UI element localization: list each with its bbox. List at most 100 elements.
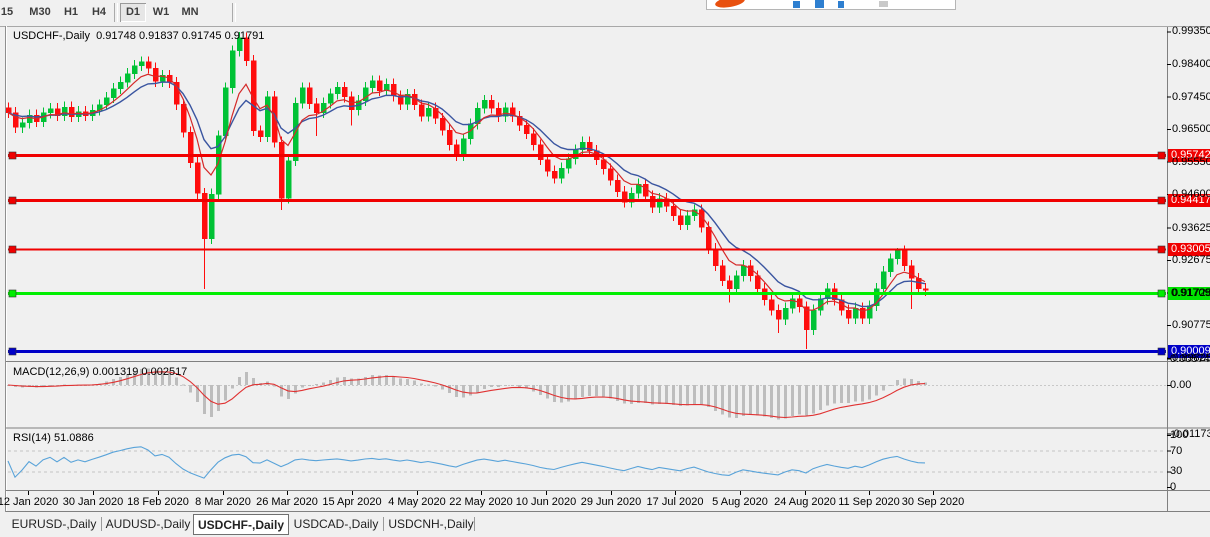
macd-histogram-bar xyxy=(861,385,864,401)
candle xyxy=(524,125,529,133)
line-handle[interactable] xyxy=(9,197,16,204)
candle xyxy=(776,310,781,319)
candle xyxy=(181,104,186,132)
tab-separator xyxy=(383,517,384,531)
candle xyxy=(811,310,816,330)
line-handle[interactable] xyxy=(9,348,16,355)
macd-histogram-bar xyxy=(322,382,325,385)
candle xyxy=(146,62,151,68)
rsi-axis-tick: 30 xyxy=(1170,466,1182,477)
macd-histogram-bar xyxy=(833,385,836,404)
tab-usdcaddaily[interactable]: USDCAD-,Daily xyxy=(292,515,380,534)
line-handle[interactable] xyxy=(9,246,16,253)
macd-histogram-bar xyxy=(770,385,773,418)
macd-histogram-bar xyxy=(868,385,871,399)
price-axis-tick: 0.92675 xyxy=(1172,255,1210,266)
candle xyxy=(314,104,319,113)
candle xyxy=(132,66,137,74)
macd-histogram-bar xyxy=(875,385,878,396)
price-axis-tick: 0.94600 xyxy=(1172,189,1210,200)
candle xyxy=(566,159,571,168)
line-handle[interactable] xyxy=(1158,246,1165,253)
macd-histogram-bar xyxy=(910,379,913,385)
candle xyxy=(678,216,683,225)
macd-histogram-bar xyxy=(805,385,808,416)
candle xyxy=(48,109,53,113)
candle xyxy=(608,169,613,180)
macd-histogram-bar xyxy=(560,385,563,403)
candle xyxy=(377,81,382,91)
date-axis-label: 30 Sep 2020 xyxy=(902,496,964,508)
macd-signal-line xyxy=(8,372,925,418)
macd-histogram-bar xyxy=(546,385,549,399)
candle xyxy=(720,266,725,281)
candle xyxy=(223,88,228,136)
macd-histogram-bar xyxy=(224,385,227,401)
date-axis-label: 12 Jan 2020 xyxy=(0,496,58,508)
macd-histogram-bar xyxy=(644,385,647,403)
chart-canvas[interactable] xyxy=(0,0,1210,537)
macd-histogram-bar xyxy=(483,385,486,389)
macd-histogram-bar xyxy=(588,385,591,396)
macd-histogram-bar xyxy=(707,385,710,407)
symbol-name: USDCHF-,Daily xyxy=(13,30,90,42)
candle xyxy=(342,87,347,97)
candle xyxy=(265,97,270,137)
candle xyxy=(755,276,760,289)
line-handle[interactable] xyxy=(1158,348,1165,355)
candle xyxy=(923,289,928,291)
tab-audusddaily[interactable]: AUDUSD-,Daily xyxy=(104,515,192,534)
macd-histogram-bar xyxy=(903,379,906,385)
line-handle[interactable] xyxy=(1158,152,1165,159)
candle xyxy=(685,216,690,225)
macd-histogram-bar xyxy=(819,385,822,410)
tab-usdchfdaily[interactable]: USDCHF-,Daily xyxy=(193,514,289,535)
macd-histogram-bar xyxy=(469,385,472,396)
candle xyxy=(440,118,445,130)
date-axis-label: 4 May 2020 xyxy=(388,496,445,508)
candle xyxy=(860,308,865,318)
macd-histogram-bar xyxy=(420,384,423,385)
macd-histogram-bar xyxy=(252,378,255,385)
macd-label: MACD(12,26,9) 0.001319 0.002517 xyxy=(13,366,187,378)
candle xyxy=(783,308,788,319)
macd-histogram-bar xyxy=(693,385,696,404)
line-handle[interactable] xyxy=(9,290,16,297)
candle xyxy=(153,68,158,81)
tab-usdcnhdaily[interactable]: USDCNH-,Daily xyxy=(386,515,476,534)
rsi-axis-tick: 70 xyxy=(1170,446,1182,457)
price-axis-tick: 0.98400 xyxy=(1172,59,1210,70)
macd-histogram-bar xyxy=(287,385,290,399)
date-axis-label: 8 Mar 2020 xyxy=(195,496,251,508)
macd-histogram-bar xyxy=(602,385,605,397)
macd-histogram-bar xyxy=(175,377,178,385)
macd-histogram-bar xyxy=(847,385,850,403)
date-axis-label: 22 May 2020 xyxy=(449,496,513,508)
macd-histogram-bar xyxy=(308,385,311,386)
line-handle[interactable] xyxy=(1158,290,1165,297)
line-handle[interactable] xyxy=(1158,197,1165,204)
macd-axis-tick: 0.00 xyxy=(1170,380,1191,391)
macd-histogram-bar xyxy=(889,385,892,386)
macd-histogram-bar xyxy=(280,385,283,396)
macd-histogram-bar xyxy=(826,385,829,406)
macd-histogram-bar xyxy=(742,385,745,416)
macd-histogram-bar xyxy=(203,385,206,414)
macd-histogram-bar xyxy=(518,385,521,387)
macd-histogram-bar xyxy=(840,385,843,403)
macd-histogram-bar xyxy=(301,385,304,387)
macd-histogram-bar xyxy=(336,377,339,385)
candle xyxy=(713,249,718,266)
macd-histogram-bar xyxy=(637,385,640,403)
macd-histogram-bar xyxy=(665,385,668,404)
rsi-label: RSI(14) 51.0886 xyxy=(13,432,94,444)
candle xyxy=(461,139,466,155)
macd-histogram-bar xyxy=(679,385,682,406)
line-handle[interactable] xyxy=(9,152,16,159)
macd-histogram-bar xyxy=(784,385,787,418)
macd-histogram-bar xyxy=(553,385,556,402)
price-axis-tick: 0.99350 xyxy=(1172,26,1210,37)
tab-eurusddaily[interactable]: EURUSD-,Daily xyxy=(8,515,100,534)
macd-histogram-bar xyxy=(399,378,402,385)
candle xyxy=(846,310,851,318)
